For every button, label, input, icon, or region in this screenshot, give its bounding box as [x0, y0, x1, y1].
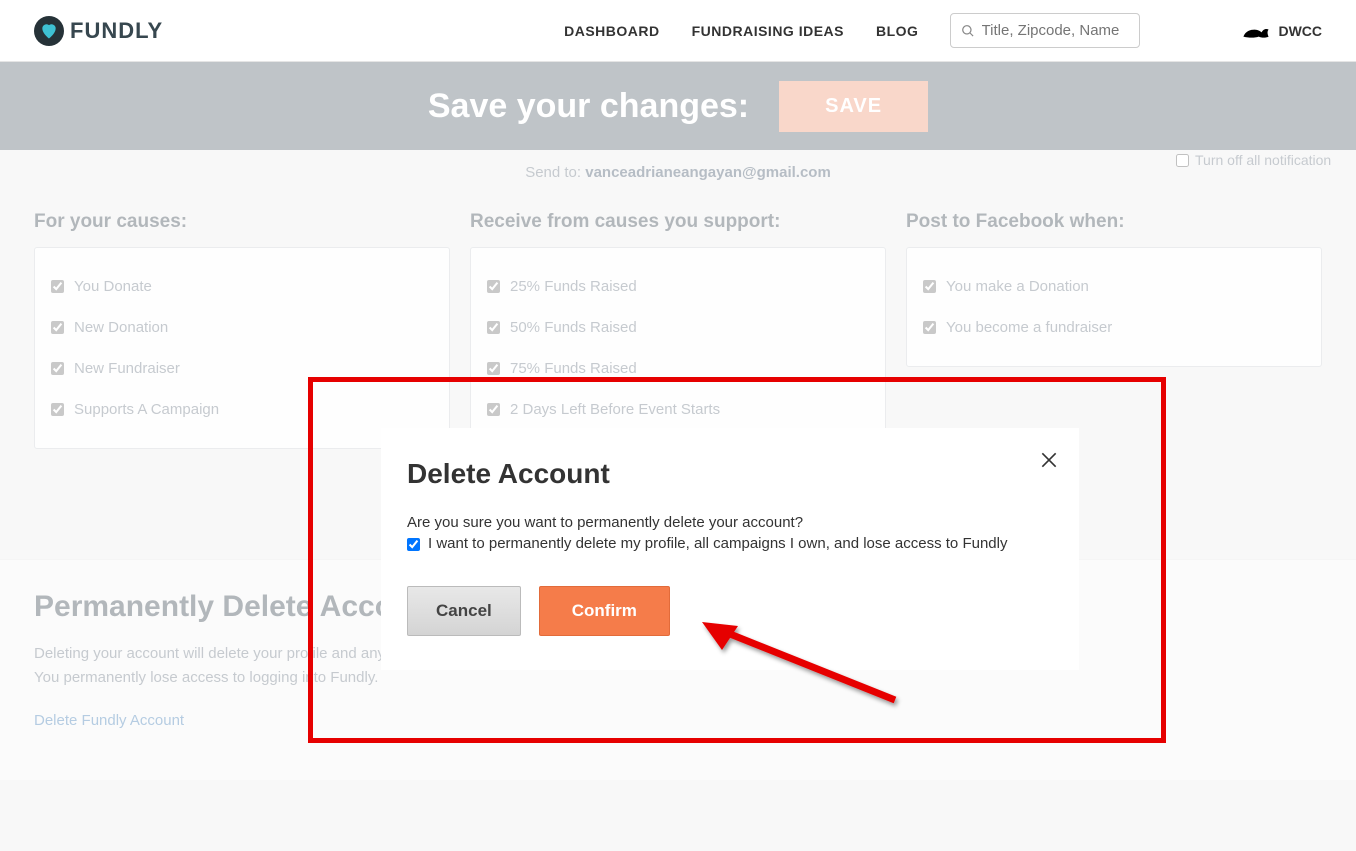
modal-confirm-checkbox[interactable] [407, 538, 420, 551]
modal-checkbox-label: I want to permanently delete my profile,… [428, 535, 1007, 552]
cancel-button[interactable]: Cancel [407, 586, 521, 636]
main-header: FUNDLY DASHBOARD FUNDRAISING IDEAS BLOG … [0, 0, 1356, 62]
modal-confirm-checkbox-row[interactable]: I want to permanently delete my profile,… [407, 535, 1053, 552]
search-icon [961, 23, 975, 39]
delete-account-modal: Delete Account Are you sure you want to … [381, 428, 1079, 670]
nav-blog[interactable]: BLOG [876, 23, 918, 39]
ferret-icon [1242, 22, 1270, 40]
modal-close-button[interactable] [1039, 450, 1059, 475]
modal-button-row: Cancel Confirm [407, 586, 1053, 636]
logo-text: FUNDLY [70, 18, 163, 44]
modal-title: Delete Account [407, 458, 1053, 490]
user-menu[interactable]: DWCC [1242, 22, 1322, 40]
logo-heart-icon [34, 16, 64, 46]
search-box[interactable] [950, 13, 1140, 48]
nav-fundraising-ideas[interactable]: FUNDRAISING IDEAS [692, 23, 844, 39]
confirm-button[interactable]: Confirm [539, 586, 670, 636]
user-name: DWCC [1278, 23, 1322, 39]
logo[interactable]: FUNDLY [34, 16, 163, 46]
top-nav: DASHBOARD FUNDRAISING IDEAS BLOG DWCC [564, 13, 1322, 48]
close-icon [1039, 450, 1059, 470]
search-input[interactable] [982, 22, 1130, 39]
nav-dashboard[interactable]: DASHBOARD [564, 23, 660, 39]
modal-question: Are you sure you want to permanently del… [407, 514, 1053, 531]
